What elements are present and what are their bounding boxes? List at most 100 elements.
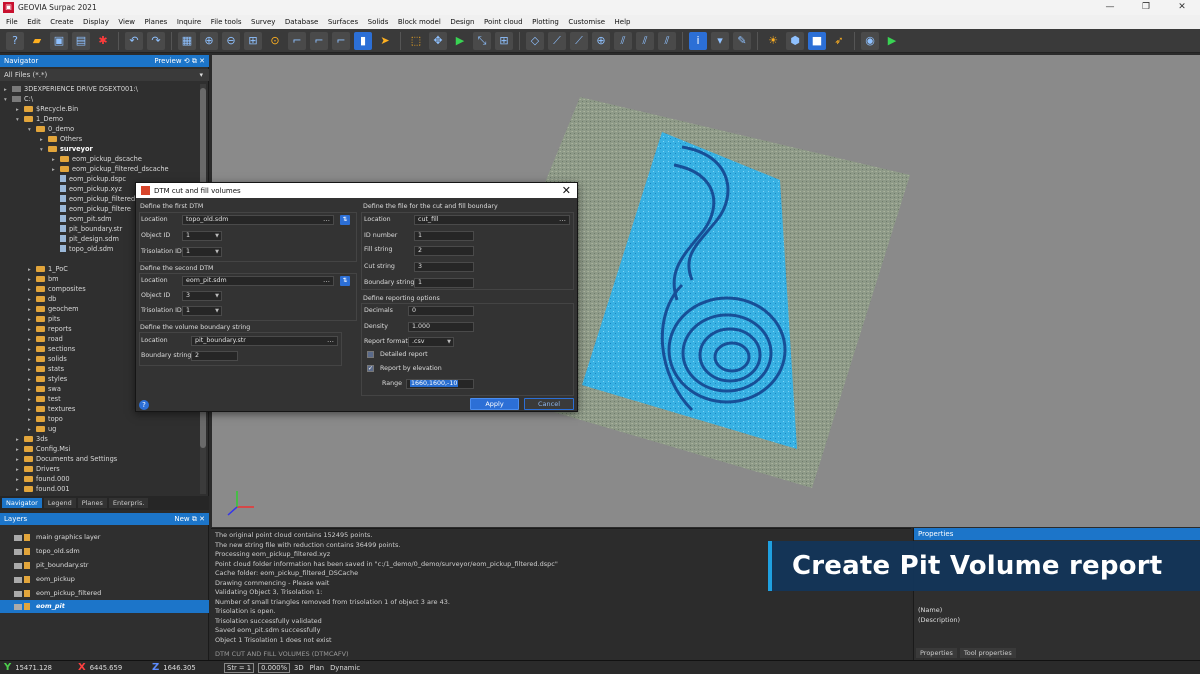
refresh-icon[interactable]: ⇅: [340, 215, 350, 225]
second-tris-select[interactable]: 1 ▼: [182, 306, 222, 316]
new-layer-button[interactable]: New: [174, 515, 189, 523]
dialog-close-icon[interactable]: ✕: [562, 183, 571, 198]
tab-planes[interactable]: Planes: [77, 498, 107, 508]
pan-icon[interactable]: ✥: [429, 31, 447, 50]
tree-item[interactable]: ▸ $Recycle.Bin: [0, 104, 200, 114]
detailed-report-checkbox[interactable]: [367, 351, 374, 358]
menu-solids[interactable]: Solids: [368, 18, 389, 26]
density-input[interactable]: 1.000: [408, 322, 474, 332]
lock-icon[interactable]: [24, 548, 30, 555]
zoom-out-icon[interactable]: ⊖: [222, 31, 240, 50]
layer-row[interactable]: eom_pickup: [0, 573, 209, 586]
close-icon[interactable]: ✕: [199, 515, 205, 523]
3d-mode[interactable]: 3D: [294, 664, 304, 672]
tab-enterprise[interactable]: Enterpris.: [108, 498, 149, 508]
select-pointer-icon[interactable]: ➤: [376, 32, 394, 50]
maximize-button[interactable]: ❐: [1128, 0, 1164, 15]
minimize-button[interactable]: —: [1092, 0, 1128, 15]
report-format-select[interactable]: .csv ▼: [408, 337, 454, 347]
visibility-icon[interactable]: [14, 548, 22, 555]
play-icon[interactable]: ▶: [451, 32, 469, 50]
tree-item[interactable]: ▸ Config.Msi: [0, 444, 200, 454]
zoom-extents-icon[interactable]: ⊞: [244, 31, 262, 50]
help-book-icon[interactable]: ?: [6, 31, 24, 50]
lock-icon[interactable]: [24, 590, 30, 597]
info-icon[interactable]: i: [689, 31, 707, 50]
layer-row[interactable]: pit_boundary.str: [0, 559, 209, 572]
tree-item[interactable]: ▸ eom_pickup_filtered_dscache: [0, 164, 200, 174]
save-icon[interactable]: ▣: [50, 31, 68, 50]
profile-icon[interactable]: ⫽: [614, 31, 632, 50]
string-edit-icon[interactable]: ⟋: [548, 31, 566, 50]
hexagon-icon[interactable]: ⬢: [786, 31, 804, 50]
tree-item[interactable]: ▸ found.001: [0, 484, 200, 494]
cut-string-input[interactable]: 3: [414, 262, 474, 272]
dynamic-mode[interactable]: Dynamic: [330, 664, 360, 672]
menu-planes[interactable]: Planes: [144, 18, 167, 26]
menu-edit[interactable]: Edit: [27, 18, 41, 26]
browse-icon[interactable]: …: [327, 337, 334, 344]
axis-z-icon[interactable]: ⌐: [332, 31, 350, 50]
tree-item[interactable]: ▸ found.000: [0, 474, 200, 484]
section-icon[interactable]: ⫽: [636, 31, 654, 50]
boundary-string-input[interactable]: 2: [191, 351, 238, 361]
menu-point-cloud[interactable]: Point cloud: [484, 18, 523, 26]
print-icon[interactable]: ▤: [72, 31, 90, 50]
paper-plane-icon[interactable]: ➶: [830, 32, 848, 50]
menu-surfaces[interactable]: Surfaces: [328, 18, 358, 26]
tree-item[interactable]: ▸ Others: [0, 134, 200, 144]
run-macro-icon[interactable]: ▶: [883, 32, 901, 50]
browse-icon[interactable]: …: [323, 216, 330, 223]
record-icon[interactable]: ◉: [861, 31, 879, 50]
plan-view-icon[interactable]: ▮: [354, 31, 372, 50]
menu-customise[interactable]: Customise: [568, 18, 605, 26]
cube-icon[interactable]: ■: [808, 31, 826, 50]
decimals-input[interactable]: 0: [408, 306, 474, 316]
tree-item[interactable]: ▸ Drivers: [0, 464, 200, 474]
menu-help[interactable]: Help: [615, 18, 631, 26]
close-icon[interactable]: ✕: [199, 57, 205, 65]
grid-snap-icon[interactable]: ⊞: [495, 31, 513, 50]
range-input[interactable]: 1660,1600,-10: [406, 379, 474, 389]
redo-icon[interactable]: ↷: [147, 31, 165, 50]
browse-icon[interactable]: …: [323, 277, 330, 284]
help-icon[interactable]: ?: [139, 400, 149, 410]
tab-properties[interactable]: Properties: [916, 648, 957, 658]
grid-icon[interactable]: ▦: [178, 31, 196, 50]
visibility-icon[interactable]: [14, 603, 22, 610]
menu-block-model[interactable]: Block model: [398, 18, 441, 26]
output-boundary-input[interactable]: 1: [414, 278, 474, 288]
tree-item[interactable]: ▸ ug: [0, 424, 200, 434]
menu-plotting[interactable]: Plotting: [532, 18, 559, 26]
segment-icon[interactable]: ⟋: [570, 31, 588, 50]
menu-inquire[interactable]: Inquire: [177, 18, 201, 26]
layer-props-icon[interactable]: ▾: [711, 31, 729, 50]
lock-icon[interactable]: [24, 562, 30, 569]
tree-item[interactable]: ▸ 3ds: [0, 434, 200, 444]
visibility-icon[interactable]: [14, 562, 22, 569]
tree-item[interactable]: ▾ 0_demo: [0, 124, 200, 134]
lock-icon[interactable]: [24, 603, 30, 610]
menu-create[interactable]: Create: [50, 18, 73, 26]
report-by-elevation-checkbox[interactable]: ✓: [367, 365, 374, 372]
lock-icon[interactable]: [24, 534, 30, 541]
layer-row-active[interactable]: eom_pit: [0, 600, 209, 613]
tab-tool-properties[interactable]: Tool properties: [959, 648, 1016, 658]
menu-display[interactable]: Display: [83, 18, 109, 26]
tree-item[interactable]: ▸ topo: [0, 414, 200, 424]
string-number[interactable]: Str = 1: [224, 662, 255, 673]
menu-survey[interactable]: Survey: [251, 18, 275, 26]
target-icon[interactable]: ⊙: [266, 32, 284, 50]
undo-icon[interactable]: ↶: [125, 31, 143, 50]
sun-icon[interactable]: ☀: [764, 32, 782, 50]
add-point-icon[interactable]: ⊕: [592, 31, 610, 50]
output-id-input[interactable]: 1: [414, 231, 474, 241]
fill-string-input[interactable]: 2: [414, 246, 474, 256]
menu-design[interactable]: Design: [450, 18, 474, 26]
tab-navigator[interactable]: Navigator: [2, 498, 42, 508]
tree-item[interactable]: ▾ surveyor: [0, 144, 200, 154]
pencil-icon[interactable]: ✎: [733, 31, 751, 50]
menu-view[interactable]: View: [118, 18, 135, 26]
measure-icon[interactable]: ⤡: [473, 31, 491, 50]
menu-file-tools[interactable]: File tools: [211, 18, 242, 26]
